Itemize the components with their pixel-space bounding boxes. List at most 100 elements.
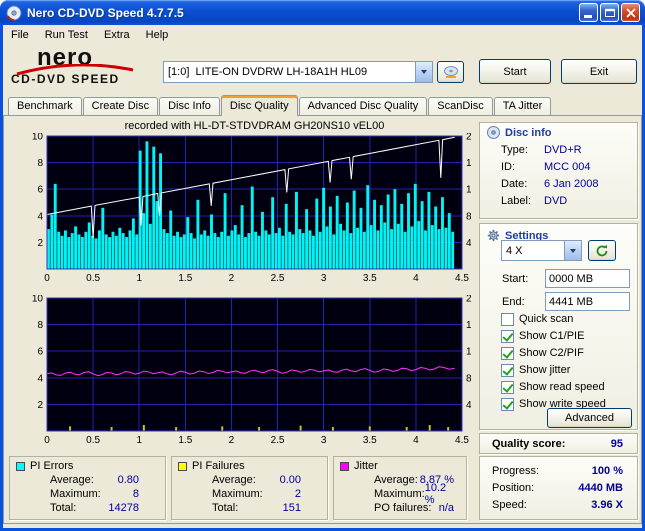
show-c2-pif-option[interactable]: Show C2/PIF	[501, 346, 584, 360]
end-position-field[interactable]	[545, 292, 630, 311]
quick-scan-option[interactable]: Quick scan	[501, 312, 573, 326]
show-c2-pif-checkbox[interactable]	[501, 346, 514, 360]
maximize-icon	[604, 8, 615, 17]
refresh-speeds-button[interactable]	[588, 240, 616, 261]
svg-text:0.5: 0.5	[86, 273, 100, 284]
start-position-field[interactable]	[545, 269, 630, 288]
show-c1-pie-option[interactable]: Show C1/PIE	[501, 329, 584, 343]
tab-disc-info[interactable]: Disc Info	[159, 97, 220, 115]
svg-text:10: 10	[32, 295, 44, 305]
show-read-speed-checkbox[interactable]	[501, 380, 514, 394]
window-title: Nero CD-DVD Speed 4.7.7.5	[27, 5, 184, 20]
quick-scan-checkbox[interactable]	[501, 312, 514, 326]
svg-text:4.5: 4.5	[455, 435, 469, 446]
window-body: File Run Test Extra Help nero CD-DVD SPE…	[3, 25, 642, 528]
maximize-button[interactable]	[600, 3, 619, 22]
speed-label: Speed:	[492, 498, 527, 511]
svg-text:2: 2	[229, 273, 235, 284]
tab-benchmark[interactable]: Benchmark	[8, 97, 82, 115]
tab-disc-quality[interactable]: Disc Quality	[220, 95, 298, 116]
panel-title: PI Failures	[172, 457, 327, 473]
nero-logo: nero CD-DVD SPEED	[11, 46, 156, 86]
quality-score-panel: Quality score: 95	[479, 433, 638, 454]
stat-label: Average:	[374, 474, 418, 486]
close-icon	[625, 7, 636, 18]
tab-scandisc[interactable]: ScanDisc	[428, 97, 493, 115]
show-jitter-option[interactable]: Show jitter	[501, 363, 570, 377]
checkbox-label: Show jitter	[519, 364, 571, 376]
drive-select-combobox[interactable]: [1:0] LITE-ON DVDRW LH-18A1H HL09	[163, 61, 433, 83]
menu-help[interactable]: Help	[138, 25, 177, 45]
info-row: ID: MCC 004	[480, 158, 637, 175]
svg-text:1: 1	[136, 435, 142, 446]
progress-panel: Progress: 100 % Position: 4440 MB Speed: 3.…	[479, 456, 638, 520]
stat-value: 0.80	[117, 474, 139, 486]
pi-errors-swatch	[16, 461, 25, 471]
svg-text:3.5: 3.5	[363, 435, 377, 446]
drive-select-value: [1:0] LITE-ON DVDRW LH-18A1H HL09	[168, 66, 368, 78]
info-row: Label: DVD	[480, 192, 637, 209]
tab-advanced-disc-quality[interactable]: Advanced Disc Quality	[298, 97, 428, 115]
svg-text:0.5: 0.5	[86, 435, 100, 446]
progress-row: Position: 4440 MB	[480, 479, 637, 496]
show-c1-pie-checkbox[interactable]	[501, 329, 514, 343]
stat-label: Average:	[50, 474, 94, 486]
svg-text:1.5: 1.5	[178, 273, 192, 284]
disc-quality-page: recorded with HL-DT-STDVDRAM GH20NS10 vE…	[3, 115, 642, 524]
svg-text:4.5: 4.5	[455, 273, 469, 284]
title-bar[interactable]: Nero CD-DVD Speed 4.7.7.5	[0, 0, 645, 25]
stat-row: PO failures: n/a	[334, 501, 466, 515]
svg-text:8: 8	[466, 373, 471, 384]
close-button[interactable]	[621, 3, 640, 22]
svg-text:16: 16	[466, 158, 471, 169]
advanced-button[interactable]: Advanced	[547, 408, 632, 428]
checkbox-label: Show read speed	[519, 381, 605, 393]
chart-header: recorded with HL-DT-STDVDRAM GH20NS10 vE…	[124, 120, 385, 132]
stat-value: 14278	[108, 502, 139, 514]
position-label: Position:	[492, 481, 535, 494]
svg-text:8: 8	[37, 158, 43, 169]
refresh-icon	[596, 244, 608, 257]
info-label: ID:	[501, 160, 516, 173]
tab-create-disc[interactable]: Create Disc	[82, 97, 159, 115]
svg-text:6: 6	[37, 185, 43, 196]
stat-label: Maximum:	[50, 488, 101, 500]
menu-file[interactable]: File	[3, 25, 37, 45]
start-button[interactable]: Start	[479, 59, 551, 84]
info-value: 6 Jan 2008	[544, 177, 599, 190]
end-label: End:	[502, 296, 525, 308]
info-value: DVD+R	[544, 143, 582, 156]
scan-speed-combobox[interactable]: 4 X	[501, 240, 582, 261]
panel-title: Disc info	[480, 123, 637, 141]
checkbox-label: Show C1/PIE	[519, 330, 585, 342]
menu-run-test[interactable]: Run Test	[37, 25, 96, 45]
svg-text:4: 4	[37, 211, 43, 222]
progress-row: Progress: 100 %	[480, 462, 637, 479]
stat-row: Maximum: 2	[172, 487, 327, 501]
stat-value: 0.00	[279, 474, 301, 486]
minimize-icon	[584, 15, 592, 18]
stat-value: 151	[282, 502, 301, 514]
menu-extra[interactable]: Extra	[96, 25, 138, 45]
svg-text:4: 4	[37, 373, 43, 384]
jitter-swatch	[340, 461, 349, 471]
svg-text:8: 8	[37, 320, 43, 331]
tab-ta-jitter[interactable]: TA Jitter	[493, 97, 552, 115]
position-value: 4440 MB	[578, 481, 623, 494]
drive-info-button[interactable]	[437, 61, 464, 83]
info-row: Type: DVD+R	[480, 141, 637, 158]
svg-text:3: 3	[321, 273, 327, 284]
stat-label: Average:	[212, 474, 256, 486]
toolbar: nero CD-DVD SPEED [1:0] LITE-ON DVDRW LH…	[3, 45, 642, 94]
show-read-speed-option[interactable]: Show read speed	[501, 380, 605, 394]
progress-value: 100 %	[591, 464, 623, 477]
jitter-chart: 2 4 6 8 10 4 8 12 16 20 0 0.5 1 1.5 2 2.5 3 3.5 4 4.5	[32, 295, 471, 446]
stat-label: Total:	[50, 502, 77, 514]
exit-button[interactable]: Exit	[561, 59, 637, 84]
scan-speed-dropdown-button[interactable]	[564, 241, 581, 260]
svg-text:2.5: 2.5	[271, 273, 285, 284]
show-jitter-checkbox[interactable]	[501, 363, 514, 377]
drive-select-dropdown-button[interactable]	[415, 62, 432, 82]
show-write-speed-checkbox[interactable]	[501, 397, 514, 411]
minimize-button[interactable]	[579, 3, 598, 22]
